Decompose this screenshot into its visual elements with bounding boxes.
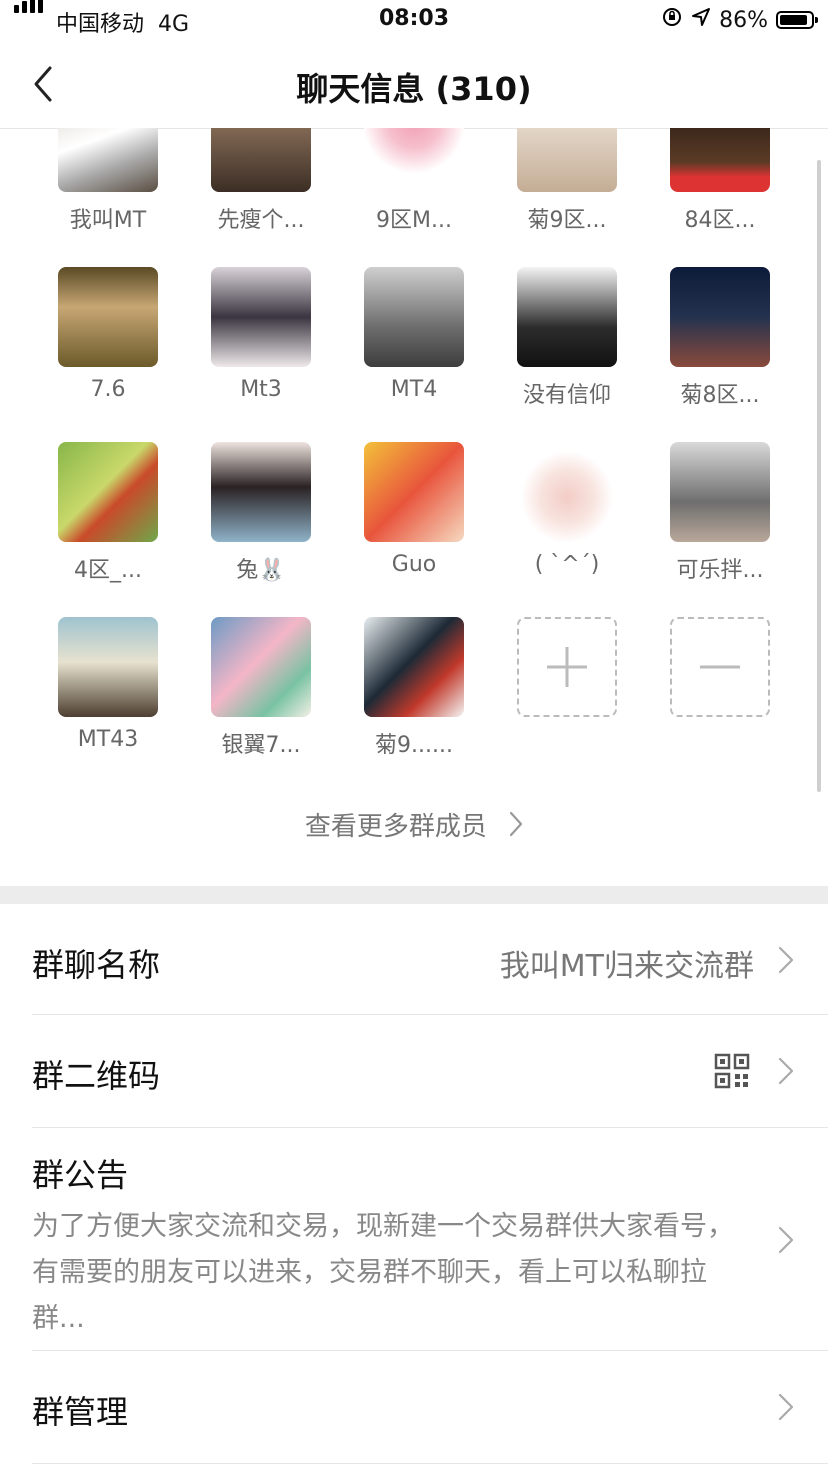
avatar [517,267,617,367]
member-item[interactable]: MT43 [33,617,183,752]
member-item[interactable]: 先瘦个... [186,128,336,234]
avatar [670,128,770,192]
scrollbar[interactable] [817,160,821,792]
member-item[interactable]: 菊9...... [339,617,489,759]
avatar [364,617,464,717]
avatar [58,128,158,192]
add-member-button[interactable] [492,617,642,717]
member-item[interactable]: Mt3 [186,267,336,402]
member-name: Mt3 [240,377,282,402]
member-item[interactable]: 兔🐰 [186,442,336,584]
battery-icon [776,11,818,29]
battery-percent: 86% [719,7,768,33]
avatar [670,442,770,542]
avatar [364,267,464,367]
member-item[interactable]: 菊8区... [645,267,795,409]
view-more-members-button[interactable]: 查看更多群成员 [0,806,828,844]
page-title: 聊天信息 (310) [296,70,532,108]
section-divider [0,886,828,904]
chevron-right-icon [509,811,523,844]
member-item[interactable]: 我叫MT [33,128,183,234]
avatar [211,128,311,192]
member-item[interactable]: 可乐拌... [645,442,795,584]
group-qr-label: 群二维码 [32,1057,161,1095]
chevron-right-icon [778,946,794,978]
group-qr-row[interactable]: 群二维码 [32,1015,828,1128]
member-name: 没有信仰 [522,383,611,408]
member-item[interactable]: MT4 [339,267,489,402]
group-announcement-label: 群公告 [32,1156,129,1194]
qr-code-icon [714,1053,750,1093]
group-announcement-text: 为了方便大家交流和交易，现新建一个交易群供大家看号，有需要的朋友可以进来，交易群… [32,1211,734,1334]
member-name: MT43 [77,727,139,752]
chevron-right-icon [778,1057,794,1089]
avatar [211,617,311,717]
location-icon [691,7,711,33]
view-more-label: 查看更多群成员 [304,812,487,842]
nav-bar: 聊天信息 (310) [0,42,828,129]
remove-member-button[interactable] [645,617,795,717]
member-item[interactable]: 7.6 [33,267,183,402]
member-name: 先瘦个... [217,208,305,233]
avatar [364,128,464,192]
group-name-value: 我叫MT归来交流群 [499,949,754,984]
avatar [364,442,464,542]
rotation-lock-icon [661,6,683,34]
avatar [211,442,311,542]
avatar [58,267,158,367]
avatar [211,267,311,367]
group-manage-row[interactable]: 群管理 [32,1351,828,1464]
member-name: 兔🐰 [236,558,286,583]
group-name-label: 群聊名称 [32,946,161,984]
status-bar: 中国移动 4G 08:03 86% [0,0,828,42]
chevron-right-icon [778,1226,794,1258]
member-name: 84区... [684,208,756,233]
member-name: 7.6 [90,377,126,402]
member-name: 菊9区... [527,208,607,233]
member-name: 9区M... [376,208,452,233]
avatar [517,442,617,542]
member-name: 4区_... [74,558,142,583]
member-name: 银翼7... [221,733,301,758]
member-name: MT4 [390,377,438,402]
member-name: Guo [391,552,437,577]
member-item[interactable]: 没有信仰 [492,267,642,409]
group-announcement-row[interactable]: 群公告 为了方便大家交流和交易，现新建一个交易群供大家看号，有需要的朋友可以进来… [32,1128,828,1351]
member-item[interactable]: 4区_... [33,442,183,584]
status-right: 86% [661,6,818,34]
member-name: 可乐拌... [676,558,764,583]
member-item[interactable]: 菊9区... [492,128,642,234]
member-name: 菊8区... [680,383,760,408]
member-item[interactable]: 9区M... [339,128,489,234]
group-manage-label: 群管理 [32,1393,129,1431]
member-item[interactable]: ( `^´) [492,442,642,577]
minus-icon [670,617,770,717]
member-item[interactable]: Guo [339,442,489,577]
avatar [58,442,158,542]
member-name: 菊9...... [375,733,453,758]
avatar [517,128,617,192]
chevron-right-icon [778,1393,794,1425]
member-name: ( `^´) [534,552,600,577]
member-grid: 我叫MT 先瘦个... 9区M... 菊9区... 84区... 7.6 Mt3… [0,128,828,778]
member-item[interactable]: 银翼7... [186,617,336,759]
plus-icon [517,617,617,717]
member-item[interactable]: 84区... [645,128,795,234]
member-name: 我叫MT [69,208,147,233]
avatar [58,617,158,717]
group-name-row[interactable]: 群聊名称 我叫MT归来交流群 [32,904,828,1015]
avatar [670,267,770,367]
